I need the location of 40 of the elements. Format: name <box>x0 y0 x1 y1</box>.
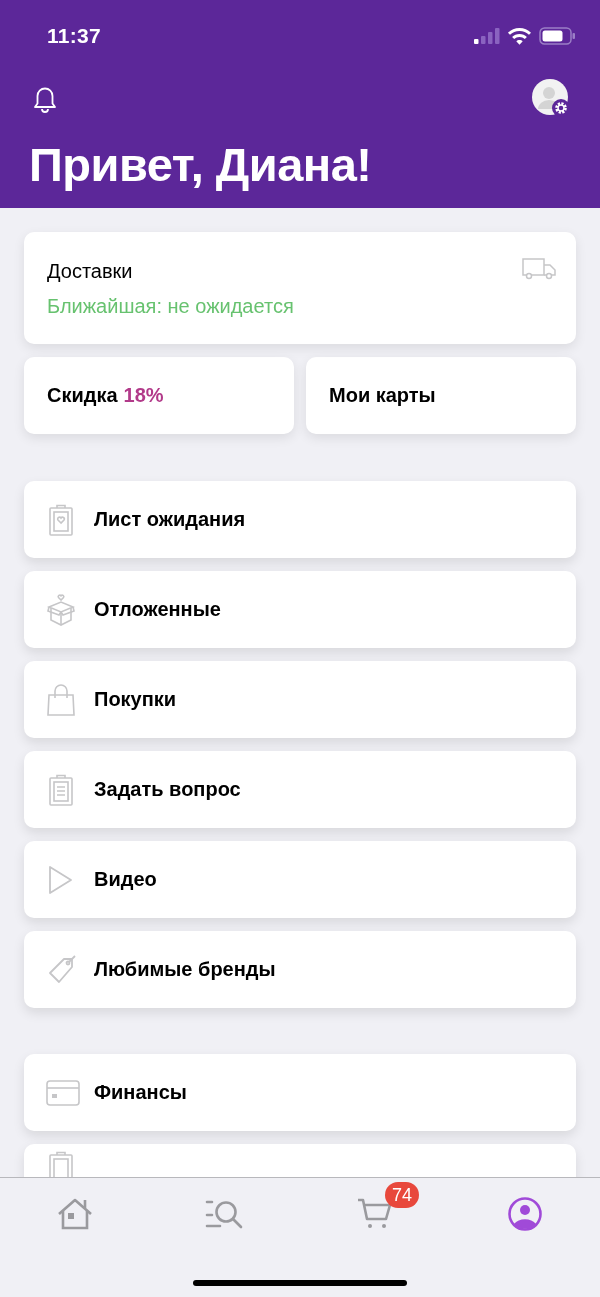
menu-item[interactable]: Финансы <box>24 1054 576 1131</box>
menu-item-label: Лист ожидания <box>94 508 246 531</box>
menu-item[interactable]: Любимые бренды <box>24 931 576 1008</box>
menu-item-label: Задать вопрос <box>94 778 241 801</box>
menu-item-label: Отложенные <box>94 598 221 621</box>
gift-box-heart-icon <box>46 592 76 627</box>
cart-icon <box>357 1198 393 1230</box>
my-cards-button[interactable]: Мои карты <box>306 357 576 434</box>
menu-item-label: Любимые бренды <box>94 958 276 981</box>
deliveries-title: Доставки <box>47 259 134 284</box>
signal-icon <box>474 28 500 44</box>
discount-label: Скидка <box>47 384 118 407</box>
menu-item[interactable]: Отложенные <box>24 571 576 648</box>
menu-item-label: Финансы <box>94 1081 187 1104</box>
discount-value: 18% <box>123 384 164 407</box>
truck-icon <box>522 258 556 280</box>
profile-icon <box>508 1197 542 1231</box>
deliveries-card[interactable]: Доставки Ближайшая: не ожидается <box>24 232 576 344</box>
clipboard-icon <box>46 1151 76 1177</box>
greeting-title: Привет, Диана! <box>28 137 373 193</box>
home-icon <box>57 1198 93 1230</box>
menu-item[interactable]: Лист ожидания <box>24 481 576 558</box>
menu-item[interactable]: Видео <box>24 841 576 918</box>
cart-count-badge: 74 <box>385 1182 420 1208</box>
bank-card-icon <box>46 1079 80 1106</box>
profile-tab[interactable] <box>508 1197 542 1234</box>
shopping-bag-icon <box>46 683 76 716</box>
search-icon <box>205 1198 245 1230</box>
play-icon <box>46 864 74 895</box>
menu-item[interactable]: Задать вопрос <box>24 751 576 828</box>
delivery-status: Ближайшая: не ожидается <box>47 294 294 319</box>
menu-item-label: Видео <box>94 868 157 891</box>
tag-icon <box>46 953 78 986</box>
battery-icon <box>539 27 576 45</box>
menu-item[interactable]: Покупки <box>24 661 576 738</box>
status-time: 11:37 <box>47 24 102 48</box>
discount-card[interactable]: Скидка 18% <box>24 357 294 434</box>
menu-item-label: Покупки <box>94 688 177 711</box>
wifi-icon <box>508 27 531 45</box>
clipboard-icon <box>46 773 76 806</box>
